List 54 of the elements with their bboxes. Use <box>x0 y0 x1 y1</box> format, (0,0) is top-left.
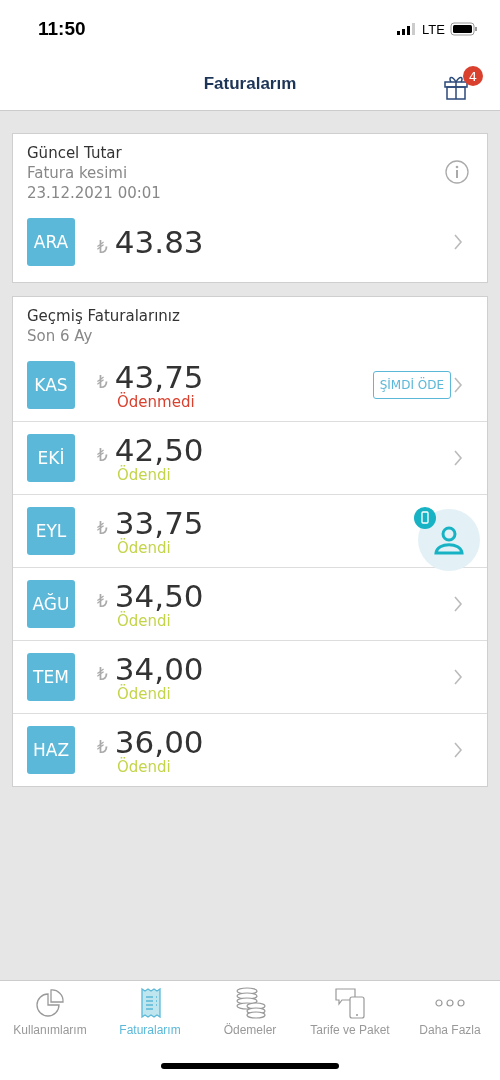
month-tile: EKİ <box>27 434 75 482</box>
payment-status: Ödendi <box>117 540 171 556</box>
card-title: Güncel Tutar <box>27 144 122 162</box>
month-tile: TEM <box>27 653 75 701</box>
chevron-icon <box>453 668 463 686</box>
chevron-icon <box>453 233 463 251</box>
currency-symbol: ₺ <box>97 737 108 757</box>
payment-status: Ödendi <box>117 467 171 483</box>
bill-amount: 42,50 <box>114 433 204 467</box>
currency-symbol: ₺ <box>97 591 108 611</box>
phone-badge-icon <box>414 507 436 529</box>
bill-amount: 34,50 <box>114 579 204 613</box>
bill-amount: 43,75 <box>114 360 204 394</box>
bill-row[interactable]: EKİ ₺ 42,50 Ödendi <box>13 421 487 494</box>
month-tile: EYL <box>27 507 75 555</box>
currency-symbol: ₺ <box>97 445 108 465</box>
bill-date: 23.12.2021 00:01 <box>27 184 161 202</box>
currency-symbol: ₺ <box>97 372 108 392</box>
month-tile: HAZ <box>27 726 75 774</box>
info-icon[interactable] <box>445 160 469 184</box>
bill-row[interactable]: HAZ ₺ 36,00 Ödendi <box>13 713 487 786</box>
notification-badge: 4 <box>463 66 483 86</box>
payment-status: Ödendi <box>117 759 171 775</box>
currency-symbol: ₺ <box>97 518 108 538</box>
currency-symbol: ₺ <box>97 664 108 684</box>
month-tile: AĞU <box>27 580 75 628</box>
card-subtitle: Fatura kesimi <box>27 164 128 182</box>
month-tile: ARA <box>27 218 75 266</box>
chevron-icon <box>453 376 463 394</box>
bill-row[interactable]: AĞU ₺ 34,50 Ödendi <box>13 567 487 640</box>
bill-amount: 34,00 <box>114 652 204 686</box>
payment-status: Ödendi <box>117 686 171 702</box>
card-subtitle: Son 6 Ay <box>27 327 93 345</box>
currency-symbol: ₺ <box>97 237 108 257</box>
signal-icon <box>397 23 418 35</box>
page-title: Faturalarım <box>203 74 297 94</box>
network-label: LTE <box>422 21 445 37</box>
battery-icon <box>450 22 478 36</box>
status-time: 11:50 <box>38 18 86 40</box>
bill-amount: 33,75 <box>114 506 204 540</box>
bill-amount: 36,00 <box>114 725 204 759</box>
bill-row[interactable]: ARA ₺ 43.83 <box>13 202 487 282</box>
chevron-icon <box>453 449 463 467</box>
month-tile: KAS <box>27 361 75 409</box>
bill-row[interactable]: KAS ₺ 43,75 Ödenmedi ŞİMDİ ÖDE <box>13 349 487 421</box>
chevron-icon <box>453 741 463 759</box>
more-icon <box>435 999 465 1007</box>
chat-phone-icon <box>332 986 368 1020</box>
payment-status: Ödenmedi <box>117 394 195 410</box>
payment-status: Ödendi <box>117 613 171 629</box>
chevron-icon <box>453 595 463 613</box>
bill-row[interactable]: TEM ₺ 34,00 Ödendi <box>13 640 487 713</box>
bill-amount: 43.83 <box>114 225 204 259</box>
card-title: Geçmiş Faturalarınız <box>27 307 180 325</box>
